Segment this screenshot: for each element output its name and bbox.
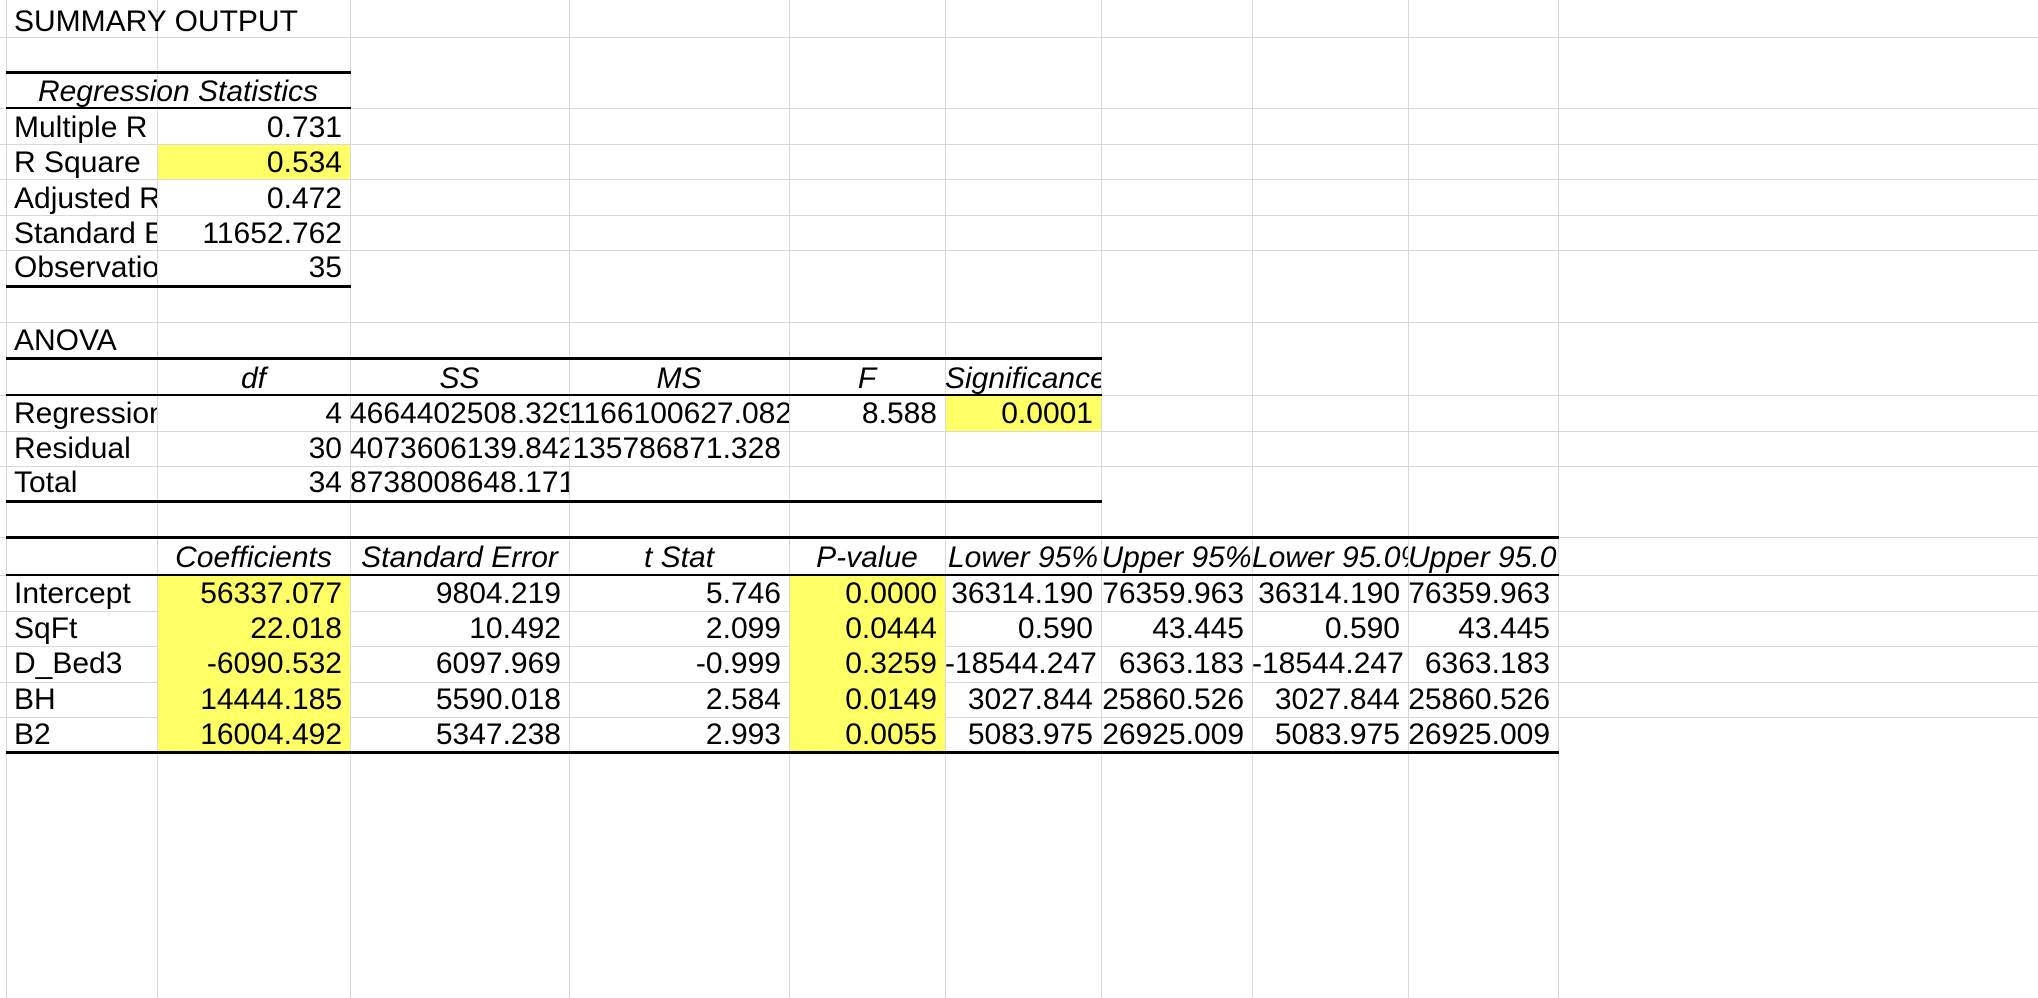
gridline [0, 322, 2038, 323]
summary-output-title[interactable]: SUMMARY OUTPUT [6, 0, 346, 44]
anova-df[interactable]: 34 [157, 461, 350, 505]
stat-value[interactable]: 35 [157, 246, 350, 290]
gridline [1101, 0, 1102, 998]
spreadsheet-grid[interactable]: SUMMARY OUTPUT Regression Statistics Mul… [0, 0, 2038, 998]
coef-value[interactable]: 0.0055 [789, 713, 945, 757]
stat-label[interactable]: Observations [6, 246, 157, 290]
anova-ss[interactable]: 8738008648.171 [350, 461, 569, 505]
anova-f[interactable]: 8.588 [789, 392, 945, 436]
anova-label[interactable]: ANOVA [6, 319, 157, 363]
anova-significance-f[interactable]: 0.0001 [945, 392, 1101, 436]
anova-ms[interactable]: 135786871.328 [569, 427, 789, 471]
coef-value[interactable]: 16004.492 [157, 713, 350, 757]
gridline [1252, 0, 1253, 998]
coef-value[interactable]: 5083.975 [945, 713, 1101, 757]
gridline [945, 0, 946, 998]
gridline [789, 0, 790, 998]
gridline [569, 0, 570, 998]
gridline [1558, 0, 1559, 998]
coef-value[interactable]: 26925.009 [1408, 713, 1558, 757]
anova-row-label[interactable]: Total [6, 461, 157, 505]
coef-value[interactable]: 5347.238 [350, 713, 569, 757]
gridline [1408, 0, 1409, 998]
coef-value[interactable]: 5083.975 [1252, 713, 1408, 757]
coef-value[interactable]: 2.993 [569, 713, 789, 757]
coef-value[interactable]: 26925.009 [1101, 713, 1252, 757]
coef-row-label[interactable]: B2 [6, 713, 157, 757]
